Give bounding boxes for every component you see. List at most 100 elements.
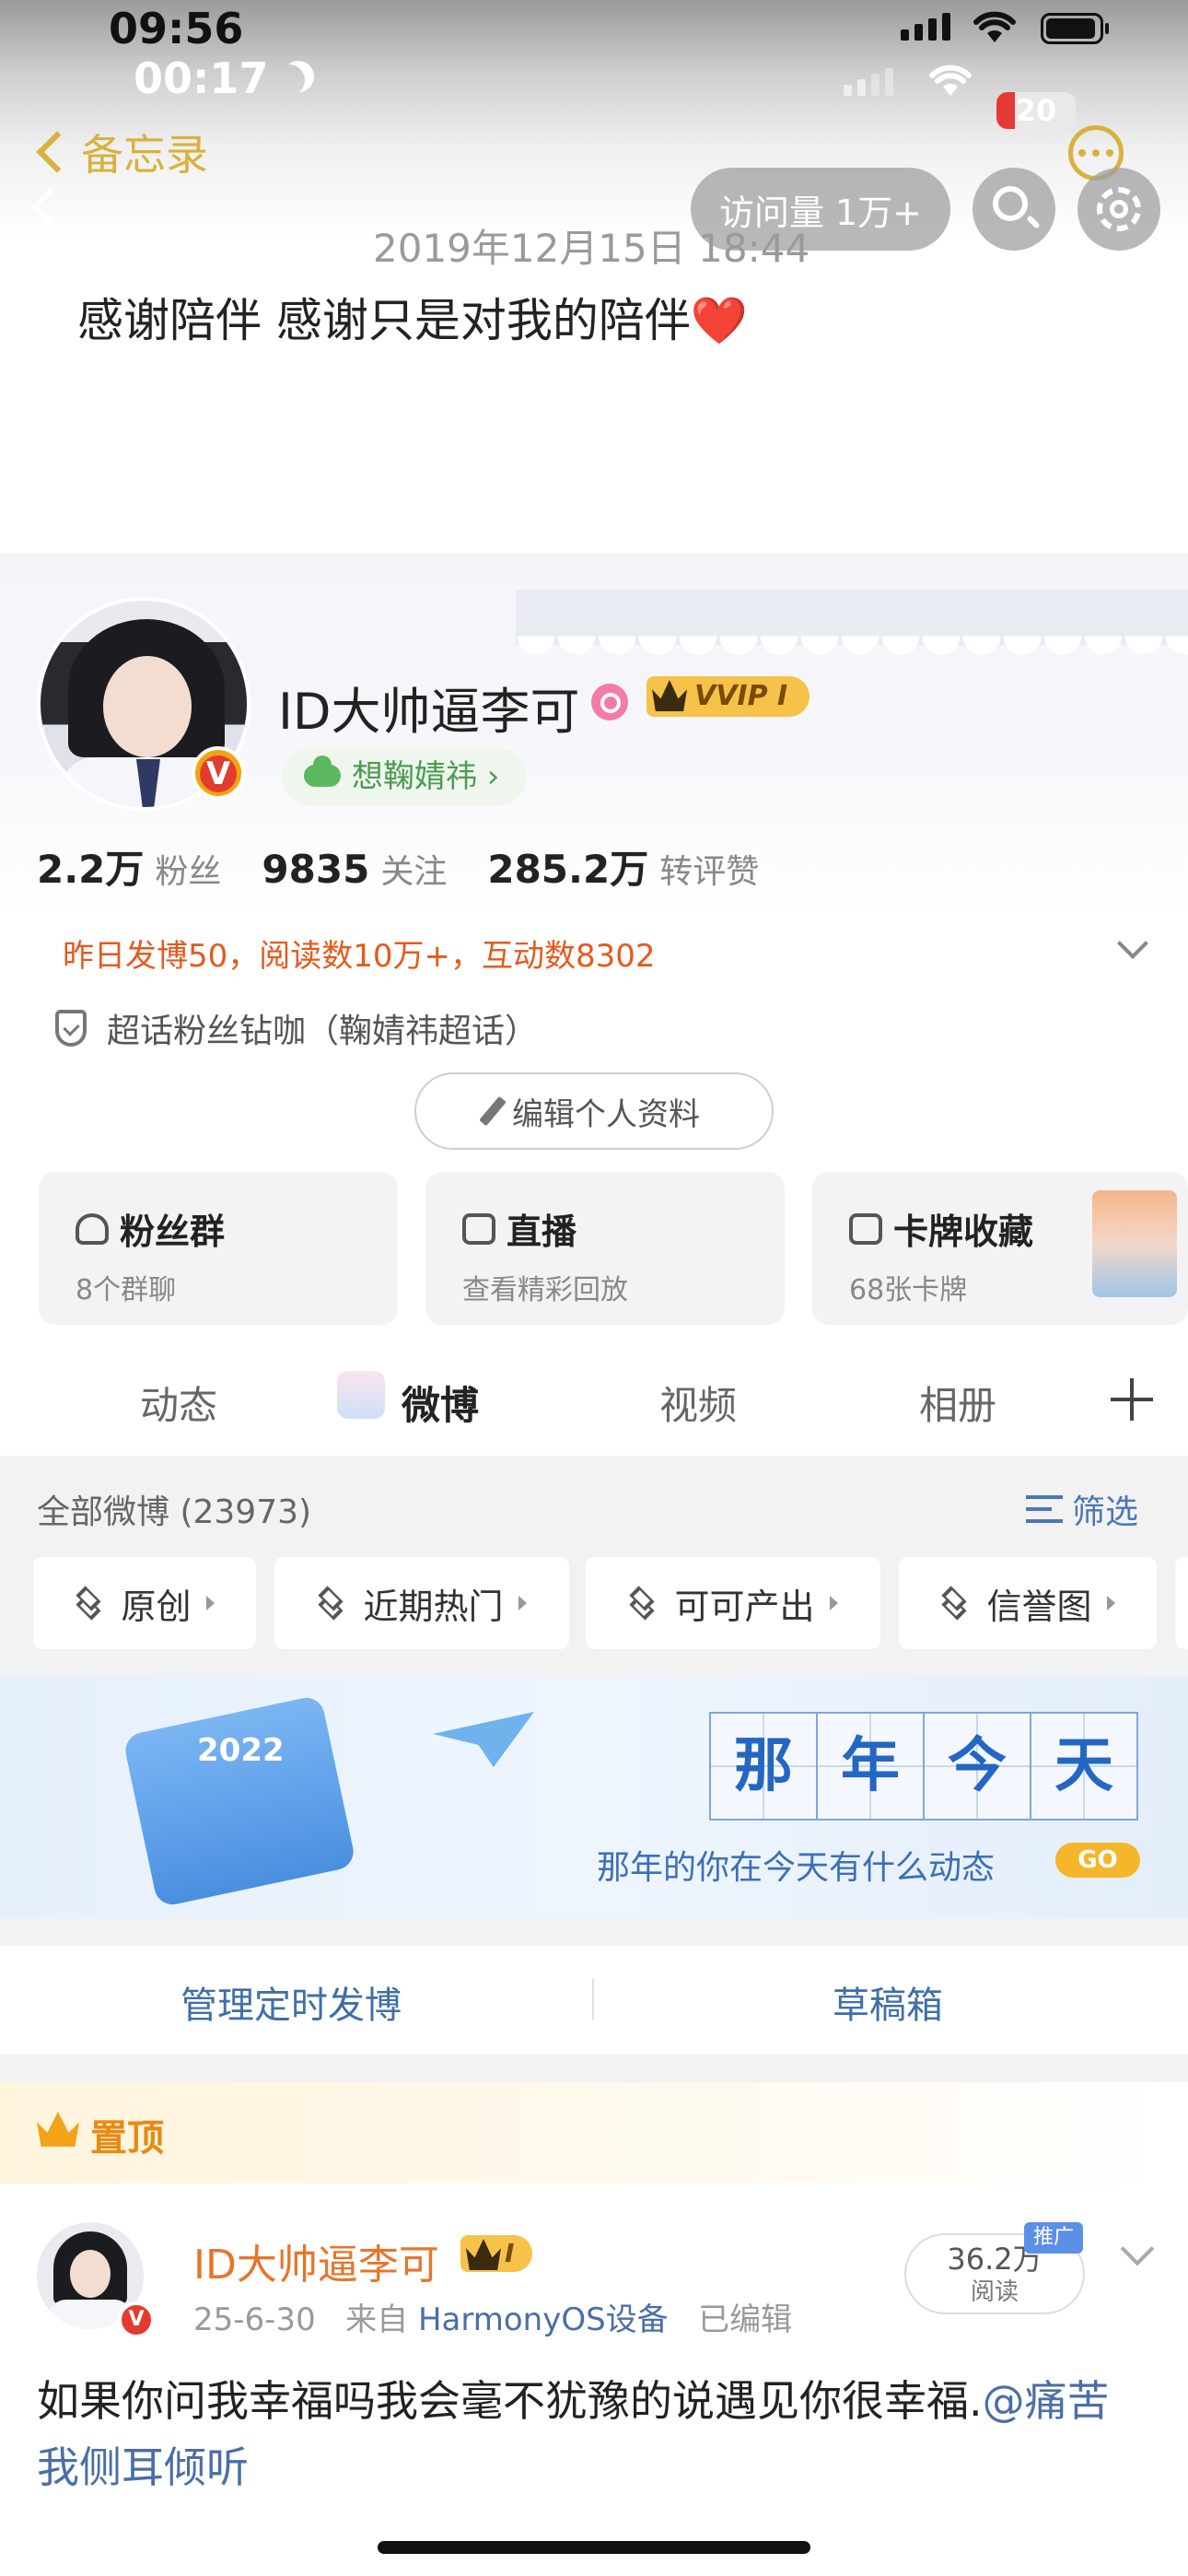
- signal-icon-secondary: [844, 68, 893, 96]
- post-text: 如果你问我幸福吗我会毫不犹豫的说遇见你很幸福.@痛苦我侧耳倾听: [37, 2368, 1151, 2500]
- pink-search-icon[interactable]: [591, 684, 628, 720]
- post-edited: 已编辑: [698, 2301, 793, 2338]
- chip-label: 可可产出: [674, 1586, 815, 1627]
- filter-button[interactable]: 筛选: [1026, 1485, 1138, 1533]
- settings-button[interactable]: [1077, 168, 1160, 251]
- people-icon: [76, 1212, 109, 1245]
- card-fan-group[interactable]: 粉丝群 8个群聊: [39, 1172, 398, 1325]
- shield-icon: [55, 1010, 87, 1047]
- pen-icon: [479, 1095, 507, 1127]
- card-sticker-image: [1092, 1190, 1177, 1297]
- post-actions-bar: [0, 1946, 1188, 2055]
- divider: [0, 1918, 1188, 1946]
- tab-weibo[interactable]: 微博: [402, 1375, 479, 1431]
- chevron-down-icon[interactable]: [1120, 2231, 1155, 2266]
- post-author[interactable]: ID大帅逼李可: [193, 2231, 439, 2290]
- banner-title-char: 那: [709, 1712, 818, 1821]
- chip-label: 近期热门: [363, 1586, 504, 1627]
- layers-icon: [75, 1587, 106, 1619]
- filter-icon: [1026, 1495, 1063, 1523]
- home-indicator: [378, 2541, 810, 2554]
- status-time-secondary: 00:17: [134, 53, 312, 103]
- card-live[interactable]: 直播 查看精彩回放: [425, 1172, 785, 1325]
- banner-title-char: 天: [1030, 1712, 1138, 1821]
- stat-value: 285.2万: [487, 847, 649, 892]
- memo-date: 2019年12月15日 18:44: [373, 226, 810, 271]
- post-verified-badge: V: [118, 2301, 155, 2338]
- battery-icon-secondary: 20: [996, 92, 1076, 129]
- moon-icon: [274, 64, 305, 96]
- post-text-main: 如果你问我幸福吗我会毫不犹豫的说遇见你很幸福.: [37, 2376, 983, 2426]
- stat-likes[interactable]: 285.2万 转评赞: [487, 838, 759, 895]
- stat-followers[interactable]: 2.2万 粉丝: [37, 838, 221, 895]
- stat-value: 9835: [262, 847, 370, 892]
- chip-label: 信誉图: [986, 1586, 1092, 1627]
- scheduled-posts-button[interactable]: 管理定时发博: [181, 1975, 402, 2029]
- chevron-left-icon: [36, 131, 78, 173]
- crown-icon: [466, 2239, 501, 2270]
- verified-letter: V: [128, 2308, 145, 2331]
- divider: [0, 2055, 1188, 2082]
- profile-tabs: 动态 微博 视频 相册: [0, 1358, 1188, 1437]
- supertopic-label: 超话粉丝钻咖（鞠婧祎超话）: [107, 1013, 539, 1050]
- chip-credibility[interactable]: 信誉图: [899, 1557, 1157, 1649]
- filter-label: 筛选: [1072, 1493, 1139, 1531]
- cp-tag-label: 想鞠婧祎 ›: [352, 758, 500, 795]
- memo-text: 感谢陪伴 感谢只是对我的陪伴❤️: [77, 294, 749, 347]
- stat-following[interactable]: 9835 关注: [262, 845, 447, 893]
- pinned-header: [0, 2082, 1188, 2184]
- vip-badge[interactable]: VVIP I: [646, 676, 810, 717]
- chip-keke-output[interactable]: 可可产出: [586, 1557, 880, 1649]
- post-vip-badge: I: [460, 2235, 533, 2272]
- search-button[interactable]: [973, 168, 1055, 251]
- plus-icon[interactable]: [1111, 1378, 1153, 1421]
- verified-letter: V: [200, 755, 237, 792]
- banner-go-button[interactable]: GO: [1055, 1843, 1140, 1878]
- signal-icon: [901, 13, 950, 41]
- vip-label: I: [505, 2238, 515, 2268]
- all-weibo-count: 全部微博 (23973): [37, 1493, 312, 1531]
- reads-label: 阅读: [970, 2278, 1019, 2306]
- stat-label: 关注: [380, 853, 448, 891]
- chip-overflow[interactable]: [1175, 1557, 1188, 1649]
- card-title: 粉丝群: [120, 1212, 226, 1252]
- wifi-icon-secondary: [926, 61, 974, 98]
- tab-video[interactable]: 视频: [659, 1375, 737, 1431]
- triangle-right-icon: [518, 1596, 527, 1610]
- post-date: 25-6-30: [193, 2301, 316, 2338]
- battery-icon: [1041, 13, 1109, 44]
- battery-level: 20: [1015, 93, 1057, 128]
- decor-scallop: [516, 636, 1188, 673]
- edit-profile-button[interactable]: 编辑个人资料: [414, 1072, 774, 1150]
- layers-icon: [940, 1587, 972, 1619]
- cp-tag[interactable]: 想鞠婧祎 ›: [282, 748, 528, 805]
- layers-icon: [317, 1587, 348, 1619]
- supertopic-row[interactable]: 超话粉丝钻咖（鞠婧祎超话）: [55, 1004, 538, 1052]
- triangle-right-icon: [205, 1596, 215, 1610]
- post-source[interactable]: HarmonyOS设备: [418, 2301, 669, 2338]
- stat-label: 粉丝: [155, 853, 222, 891]
- tab-feed[interactable]: 动态: [140, 1375, 217, 1431]
- triangle-right-icon: [1106, 1596, 1115, 1610]
- activity-summary: 昨日发博50，阅读数10万+，互动数8302: [63, 938, 656, 975]
- profile-stats: 2.2万 粉丝 9835 关注 285.2万 转评赞: [37, 838, 759, 895]
- vip-label: VVIP I: [694, 680, 788, 712]
- layers-icon: [628, 1587, 659, 1619]
- status-time-secondary-text: 00:17: [134, 53, 269, 103]
- back-label: 备忘录: [81, 130, 208, 180]
- card-title: 直播: [507, 1212, 577, 1252]
- chip-original[interactable]: 原创: [33, 1557, 256, 1649]
- back-to-memo-button[interactable]: 备忘录: [33, 122, 208, 182]
- chip-label: 原创: [121, 1586, 192, 1627]
- triangle-right-icon: [829, 1596, 838, 1610]
- chip-recent-hot[interactable]: 近期热门: [274, 1557, 569, 1649]
- tab-album[interactable]: 相册: [919, 1375, 996, 1431]
- drafts-button[interactable]: 草稿箱: [833, 1975, 943, 2029]
- divider: [592, 1979, 594, 2020]
- pinned-label: 置顶: [90, 2117, 164, 2160]
- card-sub: 查看精彩回放: [462, 1274, 628, 1306]
- banner-title-char: 今: [923, 1712, 1031, 1821]
- tv-icon: [462, 1212, 495, 1245]
- status-time-primary: 09:56: [109, 4, 244, 53]
- promote-badge[interactable]: 推广: [1024, 2222, 1083, 2254]
